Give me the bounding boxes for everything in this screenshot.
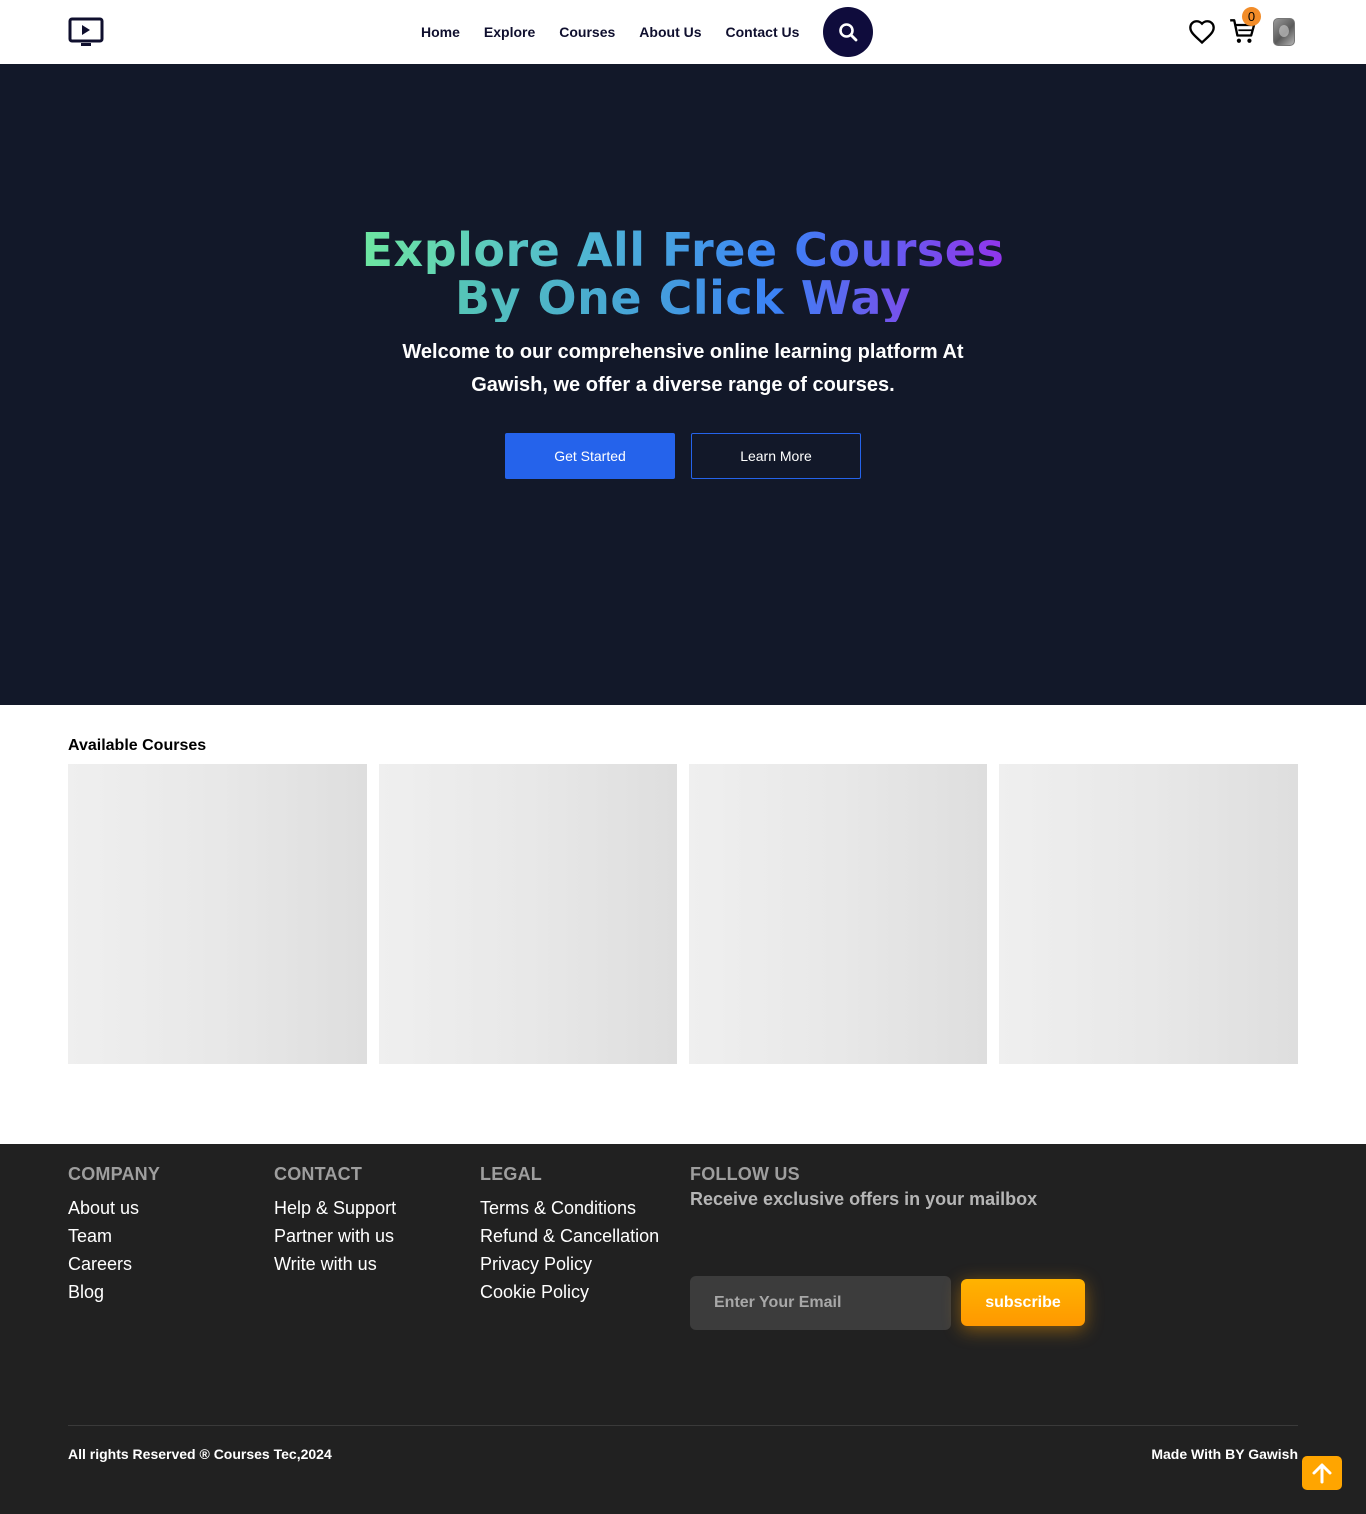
course-card-placeholder[interactable] — [68, 764, 367, 1064]
footer-column-company: COMPANY About us Team Careers Blog — [68, 1164, 160, 1306]
made-by-text: Made With BY Gawish — [1151, 1446, 1298, 1462]
arrow-up-icon — [1312, 1463, 1332, 1484]
footer-column-contact: CONTACT Help & Support Partner with us W… — [274, 1164, 396, 1278]
search-icon — [839, 23, 858, 42]
tv-play-icon[interactable] — [68, 17, 104, 47]
scroll-to-top-button[interactable] — [1302, 1456, 1342, 1490]
newsletter-subtitle: Receive exclusive offers in your mailbox — [690, 1189, 1038, 1209]
footer-heading: CONTACT — [274, 1164, 363, 1184]
learn-more-button[interactable]: Learn More — [691, 433, 861, 479]
hero-section: Explore All Free Courses By One Click Wa… — [0, 64, 1366, 705]
footer-heading: COMPANY — [68, 1164, 161, 1184]
email-field[interactable] — [690, 1276, 951, 1330]
nav-link-explore[interactable]: Explore — [484, 24, 535, 40]
hero-subtitle: Welcome to our comprehensive online lear… — [402, 341, 964, 396]
nav-link-contact[interactable]: Contact Us — [726, 24, 800, 40]
hero-title-line2: By One Click Way — [454, 271, 911, 325]
copyright-text: All rights Reserved ® Courses Tec,2024 — [68, 1446, 332, 1462]
footer-link-team[interactable]: Team — [68, 1222, 160, 1250]
footer-link-careers[interactable]: Careers — [68, 1250, 160, 1278]
navbar: Home Explore Courses About Us Contact Us… — [0, 0, 1366, 64]
subscribe-button[interactable]: subscribe — [961, 1279, 1085, 1326]
nav-link-home[interactable]: Home — [421, 24, 460, 40]
hero-title-line1: Explore All Free Courses — [358, 226, 1008, 274]
course-card-placeholder[interactable] — [689, 764, 987, 1064]
course-card-placeholder[interactable] — [379, 764, 677, 1064]
footer-link-write[interactable]: Write with us — [274, 1250, 396, 1278]
get-started-button[interactable]: Get Started — [505, 433, 675, 479]
course-card-placeholder[interactable] — [999, 764, 1298, 1064]
footer: COMPANY About us Team Careers Blog CONTA… — [0, 1144, 1366, 1514]
hero-title: Explore All Free Courses By One Click Wa… — [0, 226, 1366, 322]
footer-heading: FOLLOW US — [690, 1164, 800, 1184]
search-button[interactable] — [823, 7, 873, 57]
nav-link-courses[interactable]: Courses — [559, 24, 615, 40]
footer-link-partner[interactable]: Partner with us — [274, 1222, 396, 1250]
footer-link-terms[interactable]: Terms & Conditions — [480, 1194, 659, 1222]
footer-link-privacy[interactable]: Privacy Policy — [480, 1250, 659, 1278]
footer-link-cookie[interactable]: Cookie Policy — [480, 1278, 659, 1306]
footer-link-help[interactable]: Help & Support — [274, 1194, 396, 1222]
footer-link-about[interactable]: About us — [68, 1194, 160, 1222]
footer-divider — [68, 1425, 1298, 1426]
courses-heading: Available Courses — [68, 737, 207, 754]
footer-link-blog[interactable]: Blog — [68, 1278, 160, 1306]
footer-link-refund[interactable]: Refund & Cancellation — [480, 1222, 659, 1250]
footer-column-legal: LEGAL Terms & Conditions Refund & Cancel… — [480, 1164, 659, 1306]
footer-column-follow: FOLLOW US Receive exclusive offers in yo… — [690, 1164, 1037, 1210]
heart-icon — [1189, 20, 1215, 45]
main-nav: Home Explore Courses About Us Contact Us — [421, 0, 823, 64]
avatar[interactable] — [1273, 18, 1295, 46]
cart-count-badge: 0 — [1242, 7, 1261, 26]
footer-heading: LEGAL — [480, 1164, 542, 1184]
wishlist-button[interactable] — [1188, 18, 1216, 46]
nav-link-about[interactable]: About Us — [639, 24, 701, 40]
